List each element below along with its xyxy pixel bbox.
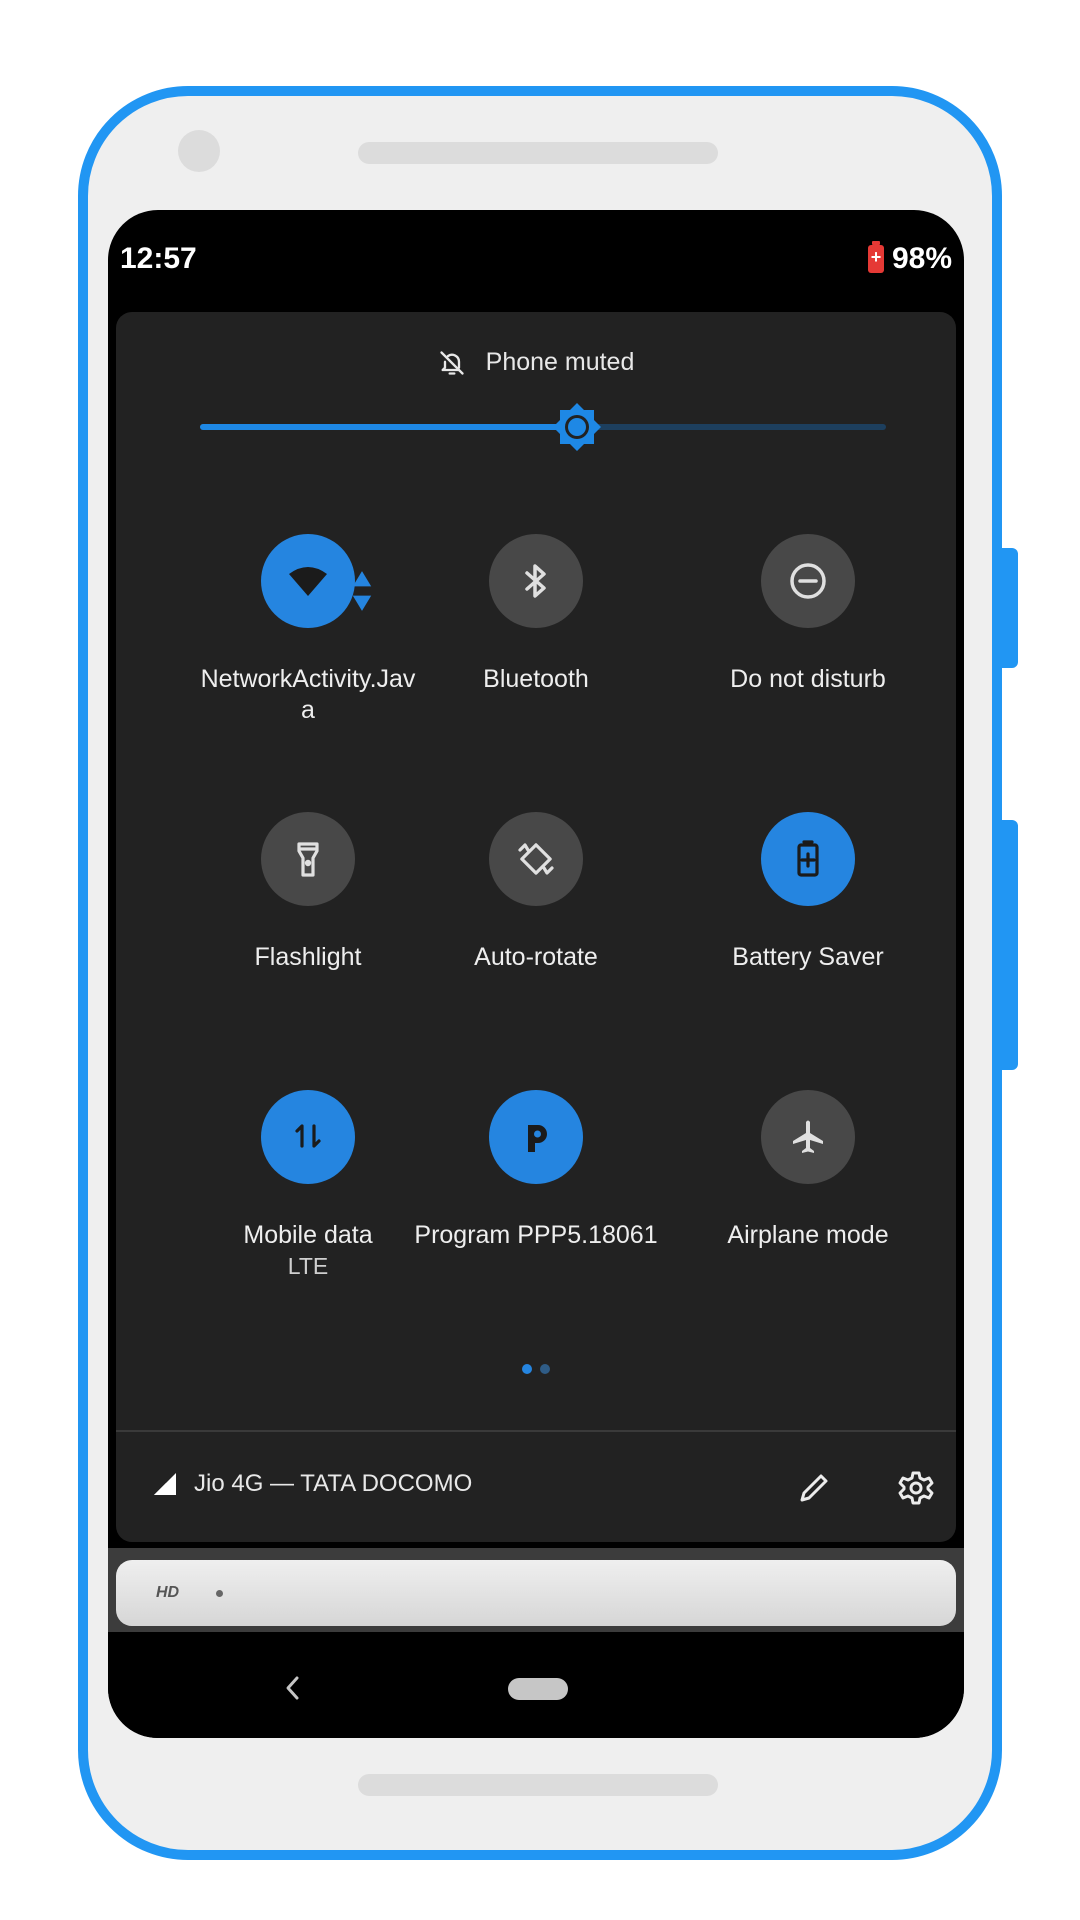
do-not-disturb-icon	[790, 563, 826, 599]
ringer-status-label: Phone muted	[485, 348, 635, 376]
tile-label: Auto-rotate	[474, 943, 598, 971]
signal-icon	[154, 1473, 176, 1495]
screen: 12:57 98% Phone muted	[108, 210, 964, 1738]
mobile-data-icon	[295, 1124, 321, 1148]
tile-label: Program PPP5.18061	[414, 1221, 658, 1249]
tile-bluetooth-button[interactable]	[489, 534, 583, 628]
battery-indicator: 98%	[867, 241, 952, 276]
tile-airplane-mode[interactable]: Airplane mode	[678, 1090, 938, 1251]
page-dot-active	[522, 1364, 532, 1374]
earpiece-speaker	[358, 142, 718, 164]
tile-label: Do not disturb	[730, 665, 886, 693]
program-p-icon	[528, 1125, 547, 1152]
status-bar: 12:57 98%	[108, 210, 964, 308]
tile-auto-rotate-button[interactable]	[489, 812, 583, 906]
airplane-icon	[793, 1120, 823, 1153]
page-indicator	[116, 1364, 956, 1374]
page-dot	[540, 1364, 550, 1374]
quick-settings-panel: Phone muted NetworkActivity.Java Bluetoo…	[116, 312, 956, 1542]
battery-charging-icon	[867, 241, 884, 273]
bottom-speaker	[358, 1774, 718, 1796]
brightness-slider[interactable]	[200, 403, 886, 451]
brightness-fill	[200, 424, 578, 430]
tile-airplane-button[interactable]	[761, 1090, 855, 1184]
navigation-bar	[108, 1638, 964, 1738]
hd-badge: HD	[156, 1584, 180, 1601]
flashlight-icon	[297, 842, 319, 877]
tile-dnd-button[interactable]	[761, 534, 855, 628]
tile-mobile-data-button[interactable]	[261, 1090, 355, 1184]
tile-program[interactable]: Program PPP5.18061	[406, 1090, 666, 1251]
notification-card[interactable]: HD	[116, 1560, 956, 1626]
tile-flashlight[interactable]: Flashlight	[178, 812, 438, 973]
tile-label: Battery Saver	[732, 943, 884, 971]
tile-battery-saver[interactable]: Battery Saver	[678, 812, 938, 973]
battery-percent: 98%	[891, 242, 952, 275]
brightness-thumb-icon[interactable]	[551, 401, 603, 453]
tile-program-button[interactable]	[489, 1090, 583, 1184]
notification-dot	[216, 1590, 223, 1597]
tile-wifi-button[interactable]	[261, 534, 372, 628]
tile-auto-rotate[interactable]: Auto-rotate	[406, 812, 666, 973]
auto-rotate-icon	[518, 843, 554, 875]
gear-icon[interactable]	[896, 1468, 936, 1508]
tile-sublabel: LTE	[287, 1253, 329, 1279]
tile-battery-saver-button[interactable]	[761, 812, 855, 906]
power-button	[1002, 548, 1018, 668]
tile-label: NetworkActivity.Java	[200, 665, 416, 724]
tile-label: Bluetooth	[483, 665, 589, 693]
tile-label: Mobile data	[243, 1221, 373, 1249]
tile-label: Flashlight	[254, 943, 362, 971]
volume-button	[1002, 820, 1018, 1070]
bluetooth-icon	[525, 564, 546, 598]
home-button[interactable]	[508, 1678, 568, 1700]
bell-off-icon	[439, 350, 464, 375]
tile-flashlight-button[interactable]	[261, 812, 355, 906]
battery-saver-icon	[797, 840, 819, 877]
carrier-label: Jio 4G — TATA DOCOMO	[194, 1470, 473, 1497]
tile-do-not-disturb[interactable]: Do not disturb	[678, 534, 938, 695]
tile-bluetooth[interactable]: Bluetooth	[406, 534, 666, 695]
quick-settings-footer: Jio 4G — TATA DOCOMO	[116, 1432, 956, 1542]
carrier-info: Jio 4G — TATA DOCOMO	[152, 1470, 472, 1498]
back-icon[interactable]	[280, 1672, 304, 1704]
wifi-activity-arrows-icon	[352, 571, 372, 611]
tile-wifi[interactable]: NetworkActivity.Java	[178, 534, 438, 726]
status-time: 12:57	[120, 242, 197, 275]
front-camera	[178, 130, 220, 172]
wifi-icon	[289, 567, 327, 596]
tile-label: Airplane mode	[727, 1221, 889, 1249]
ringer-status[interactable]: Phone muted	[116, 348, 956, 377]
edit-icon[interactable]	[794, 1468, 834, 1508]
tile-mobile-data[interactable]: Mobile data LTE	[178, 1090, 438, 1281]
